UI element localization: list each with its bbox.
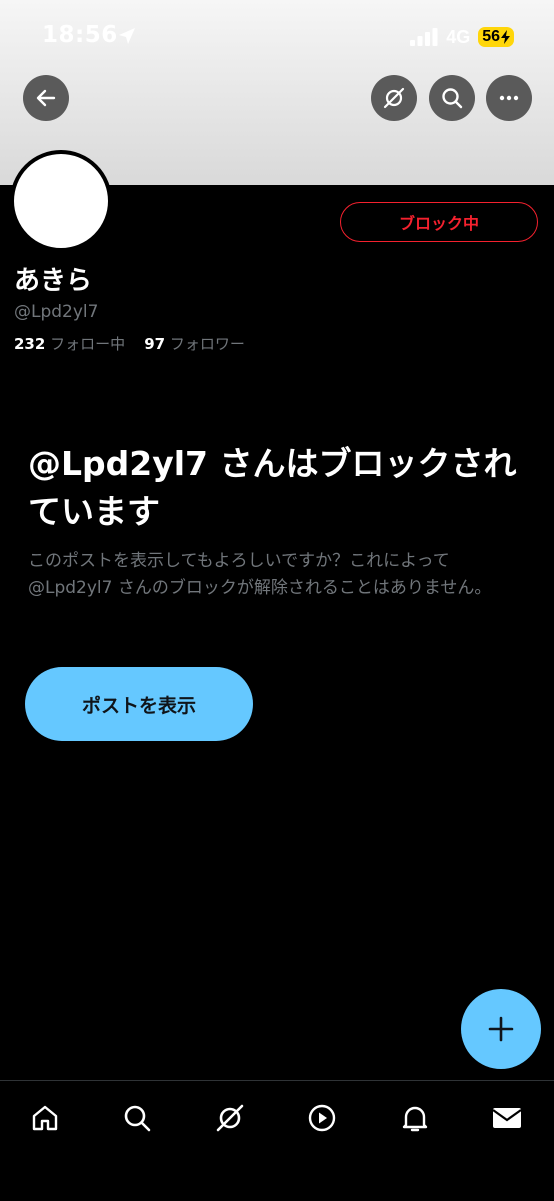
tab-messages[interactable] [490, 1101, 524, 1135]
followers-label: フォロワー [169, 335, 245, 353]
search-icon [442, 88, 463, 109]
compose-post-button[interactable] [461, 989, 541, 1069]
tab-search[interactable] [120, 1101, 154, 1135]
search-icon [124, 1105, 151, 1132]
follow-counts: 232 フォロー中 97 フォロワー [14, 333, 245, 354]
followers-link[interactable]: 97 フォロワー [144, 335, 245, 353]
charging-bolt-icon [501, 30, 510, 44]
avatar[interactable] [10, 150, 112, 252]
grok-icon [383, 87, 405, 109]
view-posts-button[interactable]: ポストを表示 [25, 667, 253, 741]
more-button[interactable] [486, 75, 532, 121]
search-button[interactable] [429, 75, 475, 121]
home-icon [32, 1105, 58, 1131]
grok-button[interactable] [371, 75, 417, 121]
blocked-button[interactable]: ブロック中 [340, 202, 538, 242]
status-indicators: 4G 56 [410, 24, 514, 50]
more-horizontal-icon [499, 95, 519, 101]
followers-count: 97 [144, 335, 166, 353]
bottom-tab-bar [0, 1080, 554, 1201]
tab-video[interactable] [305, 1101, 339, 1135]
display-name: あきら [14, 266, 93, 296]
user-handle: @Lpd2yl7 [14, 302, 99, 322]
tab-notifications[interactable] [398, 1101, 432, 1135]
location-arrow-icon [119, 28, 135, 44]
blocked-description: このポストを表示してもよろしいですか？これによって@Lpd2yl7 さんのブロッ… [28, 551, 492, 598]
tab-home[interactable] [28, 1101, 62, 1135]
following-link[interactable]: 232 フォロー中 [14, 335, 125, 353]
back-button[interactable] [23, 75, 69, 121]
arrow-left-icon [36, 89, 56, 107]
network-type: 4G [446, 26, 471, 47]
tab-grok[interactable] [213, 1101, 247, 1135]
battery-indicator: 56 [478, 27, 514, 47]
following-count: 232 [14, 335, 46, 353]
signal-icon [410, 28, 438, 46]
plus-icon [488, 1016, 514, 1042]
play-icon [308, 1104, 336, 1132]
status-time: 18:56 [42, 22, 118, 48]
battery-level: 56 [482, 28, 500, 45]
following-label: フォロー中 [50, 335, 126, 353]
bell-icon [402, 1106, 428, 1132]
grok-icon [216, 1104, 244, 1132]
mail-icon [492, 1108, 522, 1128]
blocked-title: @Lpd2yl7 さんはブロックされています [28, 444, 517, 531]
